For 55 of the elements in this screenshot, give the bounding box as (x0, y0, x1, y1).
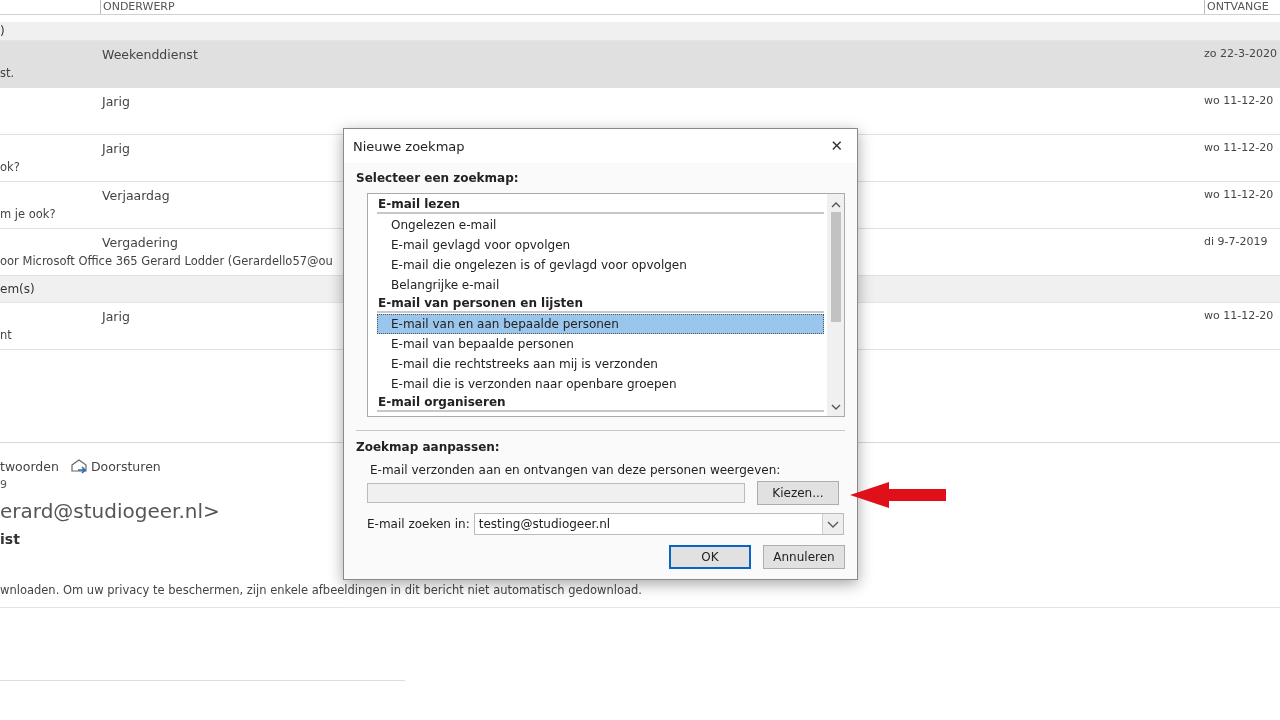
envelope-forward-icon (70, 459, 88, 474)
forward-button[interactable]: Doorsturen (70, 459, 161, 474)
dialog-title: Nieuwe zoekmap (353, 138, 465, 154)
mail-subject: Verjaardag (102, 188, 170, 203)
sender-address: erard@studiogeer.nl> (0, 499, 220, 523)
mail-date: di 9-7-2019 (1204, 235, 1268, 248)
list-item[interactable]: E-mail die ongelezen is of gevlagd voor opvolgen (377, 255, 824, 275)
mailbox-select[interactable]: testing@studiogeer.nl (473, 513, 844, 535)
list-item[interactable]: Ongelezen e-mail (377, 215, 824, 235)
dropdown-caret-icon (821, 514, 843, 534)
reply-button[interactable]: twoorden (0, 459, 59, 474)
category-header: E-mail organiseren (377, 394, 824, 412)
people-field[interactable] (367, 483, 745, 503)
mail-date: wo 11-12-20 (1204, 309, 1274, 322)
scrollbar-thumb[interactable] (830, 212, 841, 322)
list-item[interactable]: Belangrijke e-mail (377, 275, 824, 295)
mail-subject: Jarig (102, 141, 130, 156)
category-header: E-mail lezen (377, 196, 824, 214)
arrow-icon (849, 481, 947, 509)
mail-date: wo 11-12-20 (1204, 141, 1274, 154)
mail-preview: st. (0, 66, 15, 80)
mail-subject: Vergadering (102, 235, 178, 250)
close-button[interactable]: ✕ (824, 135, 849, 157)
mail-date: zo 22-3-2020 (1204, 47, 1277, 60)
mail-date: wo 11-12-20 (1204, 94, 1274, 107)
section-label: Selecteer een zoekmap: (356, 171, 519, 185)
scroll-down-icon[interactable] (830, 402, 841, 412)
mail-subject: ist (0, 531, 20, 547)
column-header[interactable]: ONDERWERP (100, 0, 1204, 14)
mail-date: 9 (0, 478, 7, 491)
column-header[interactable]: ONTVANGE (1204, 0, 1280, 14)
mail-subject: Jarig (102, 309, 130, 324)
field-label: E-mail verzonden aan en ontvangen van deze personen weergeven: (370, 463, 781, 477)
ok-button[interactable]: OK (669, 545, 751, 569)
field-label: E-mail zoeken in: (367, 517, 470, 531)
mail-subject: Jarig (102, 94, 130, 109)
list-item[interactable]: E-mail van en aan bepaalde personen (377, 314, 824, 334)
mail-subject: Weekenddienst (102, 47, 198, 62)
mail-preview: oor Microsoft Office 365 Gerard Lodder (Gerardello57@ou (0, 254, 333, 268)
group-header[interactable]: em(s) (0, 282, 35, 296)
mail-preview: m je ook? (0, 207, 56, 221)
list-item[interactable]: E-mail gevlagd voor opvolgen (377, 235, 824, 255)
choose-button[interactable]: Kiezen... (757, 481, 839, 505)
cancel-button[interactable]: Annuleren (763, 545, 845, 569)
mail-date: wo 11-12-20 (1204, 188, 1274, 201)
mail-preview: nt (0, 328, 12, 342)
mail-preview: ok? (0, 160, 20, 174)
group-header[interactable]: ) (0, 24, 5, 38)
list-item[interactable]: E-mail die is verzonden naar openbare groepen (377, 374, 824, 394)
list-item[interactable]: E-mail die rechtstreeks aan mij is verzonden (377, 354, 824, 374)
scroll-up-icon[interactable] (830, 200, 841, 210)
mail-row[interactable]: Weekenddienst zo 22-3-2020 st. (0, 41, 1280, 88)
privacy-notice: wnloaden. Om uw privacy te beschermen, zijn enkele afbeeldingen in dit bericht niet automatisch gedownload. (0, 583, 642, 597)
section-label: Zoekmap aanpassen: (356, 440, 500, 454)
search-folder-list[interactable] (367, 193, 845, 417)
